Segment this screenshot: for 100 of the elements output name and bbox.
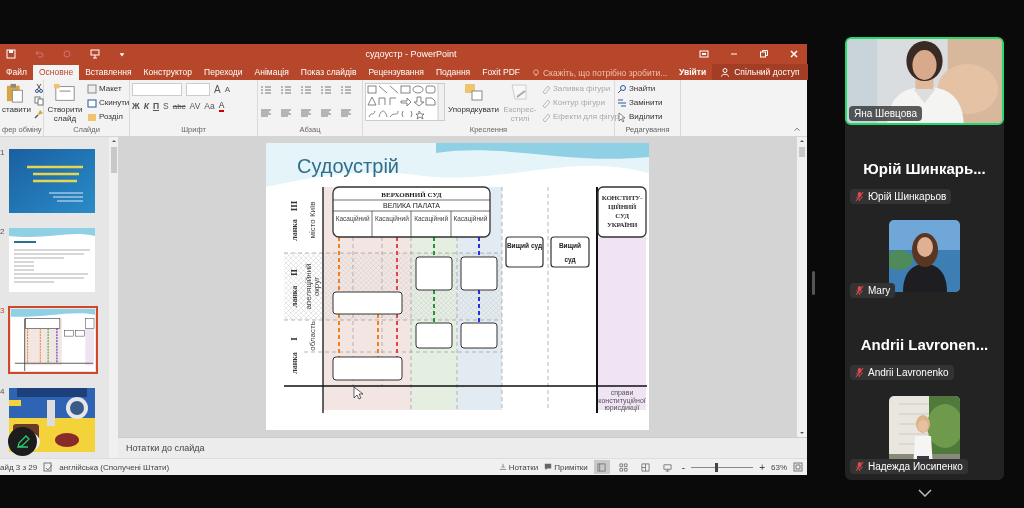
ribbon-tab[interactable]: Foxit PDF <box>476 65 526 80</box>
slideshow-icon[interactable] <box>90 49 100 59</box>
scissors-icon[interactable] <box>33 83 44 93</box>
scrollbar[interactable] <box>797 137 807 437</box>
participant-tile[interactable]: Надежда Иосипенко <box>845 389 1004 477</box>
ribbon-tab[interactable]: Переходи <box>198 65 249 80</box>
format-button[interactable]: abc <box>172 101 186 112</box>
format-button[interactable]: S <box>163 101 169 112</box>
indent-icon[interactable] <box>300 85 312 95</box>
undo-icon[interactable] <box>34 49 44 59</box>
format-button[interactable]: AV <box>189 101 201 112</box>
customize-caret-icon[interactable] <box>118 50 126 58</box>
font-size-field[interactable] <box>186 83 210 96</box>
format-button[interactable]: К <box>143 101 149 112</box>
tell-me-field[interactable]: Скажіть, що потрібно зробити... <box>532 65 673 80</box>
share-button[interactable]: Спільний доступ <box>712 64 808 80</box>
notes-button[interactable]: Нотатки <box>498 462 539 472</box>
scrollbar-thumb[interactable] <box>799 147 805 157</box>
panel-resize-handle[interactable] <box>812 271 815 295</box>
new-slide-button[interactable]: Створити слайд <box>46 105 84 123</box>
ribbon-tab[interactable]: Конструктор <box>137 65 199 80</box>
ribbon-tab[interactable]: Рецензування <box>362 65 430 80</box>
level-numeral: II <box>289 269 299 276</box>
font-name-field[interactable] <box>132 83 182 96</box>
align-icon[interactable] <box>280 108 292 118</box>
level-label: ланка <box>290 285 299 308</box>
zoom-slider-thumb[interactable] <box>714 462 718 472</box>
reset-button[interactable]: Скинути <box>87 97 130 108</box>
list-icon[interactable] <box>280 85 292 95</box>
arrange-button[interactable]: Упорядкувати <box>448 105 500 114</box>
ribbon-tab[interactable]: Файл <box>0 65 33 80</box>
format-button[interactable]: П <box>152 101 160 112</box>
save-icon[interactable] <box>6 49 16 59</box>
video-tile[interactable]: Яна Шевцова <box>845 37 1004 125</box>
copy-icon[interactable] <box>33 96 44 106</box>
format-button[interactable]: Ж <box>132 101 140 112</box>
window-title: судоустр - PowerPoint <box>364 49 458 59</box>
collapse-ribbon-icon[interactable] <box>793 125 801 133</box>
spellcheck-icon[interactable] <box>43 462 54 472</box>
layout-button[interactable]: Макет <box>87 83 130 94</box>
zoom-level[interactable]: 63% <box>771 462 787 472</box>
shape-format-icon <box>541 111 552 122</box>
slide-thumbnail[interactable] <box>8 387 96 453</box>
layout-icon <box>87 83 97 94</box>
align-icon[interactable] <box>320 108 332 118</box>
sign-in-link[interactable]: Увійти <box>673 65 713 80</box>
ribbon-tab[interactable]: Подання <box>429 65 477 80</box>
scroll-down-icon[interactable] <box>798 429 806 437</box>
align-icon[interactable] <box>300 108 312 118</box>
chevron-down-icon[interactable] <box>917 489 932 497</box>
slide-thumbnail[interactable] <box>8 148 96 214</box>
mouse-cursor-icon <box>353 386 364 400</box>
brush-icon[interactable] <box>33 109 44 119</box>
slide-thumbnail[interactable] <box>8 306 98 374</box>
participant-name: Юрій Шинкарьов <box>850 189 952 204</box>
zoom-in-button[interactable]: + <box>759 461 765 473</box>
participant-name: Andrii Lavronenko <box>850 365 954 380</box>
level-numeral: I <box>289 337 299 341</box>
notes-field[interactable]: Нотатки до слайда <box>118 437 807 458</box>
comments-button[interactable]: Примітки <box>544 462 588 472</box>
participant-tile[interactable]: Mary <box>845 213 1004 301</box>
editing-button[interactable]: Замінити <box>617 97 678 108</box>
columns-icon[interactable] <box>340 108 352 118</box>
scroll-up-icon[interactable] <box>798 137 806 145</box>
slide-number: 2 <box>0 227 6 236</box>
region-label: апеляційний округ <box>304 263 321 310</box>
paste-button[interactable]: ставити <box>2 105 31 114</box>
align-icon[interactable] <box>260 108 272 118</box>
slide-thumbnail[interactable] <box>8 227 96 293</box>
restore-icon[interactable] <box>759 49 769 59</box>
ribbon-display-icon[interactable] <box>699 49 709 59</box>
scrollbar-thumb[interactable] <box>110 147 117 173</box>
redo-icon[interactable] <box>62 49 72 59</box>
zoom-out-button[interactable]: - <box>681 461 686 473</box>
font-size-button[interactable]: A <box>224 84 230 95</box>
view-button[interactable] <box>593 460 610 474</box>
language-label[interactable]: англійська (Сполучені Штати) <box>59 462 170 472</box>
arrange-icon[interactable] <box>462 83 485 103</box>
editing-button[interactable]: Знайти <box>617 83 678 94</box>
ribbon-tab[interactable]: Основне <box>32 65 80 80</box>
new-slide-icon[interactable] <box>54 83 76 103</box>
ribbon-tab[interactable]: Показ слайдів <box>294 65 363 80</box>
shapes-gallery[interactable] <box>365 83 445 121</box>
line-spacing-icon[interactable] <box>340 85 352 95</box>
ribbon-tab[interactable]: Анімація <box>248 65 295 80</box>
format-button[interactable]: Aa <box>204 101 215 112</box>
font-size-button[interactable]: A <box>214 84 221 95</box>
participant-tile[interactable]: Юрій Шинкарь... Юрій Шинкарьов <box>845 125 1004 213</box>
section-button[interactable]: Розділ <box>87 111 130 122</box>
ribbon-tab[interactable]: Вставлення <box>79 65 138 80</box>
slide-number: 3 <box>0 306 6 315</box>
editing-button[interactable]: Виділити <box>617 111 678 122</box>
participant-tile[interactable]: Andrii Lavronen... Andrii Lavronenko <box>845 301 1004 389</box>
fit-slide-icon[interactable] <box>793 462 803 472</box>
scrollbar[interactable] <box>109 137 118 458</box>
format-button[interactable]: A <box>218 101 225 112</box>
list-icon[interactable] <box>260 85 272 95</box>
close-icon[interactable] <box>789 49 799 59</box>
region-label: область <box>308 321 317 351</box>
indent-icon[interactable] <box>320 85 332 95</box>
